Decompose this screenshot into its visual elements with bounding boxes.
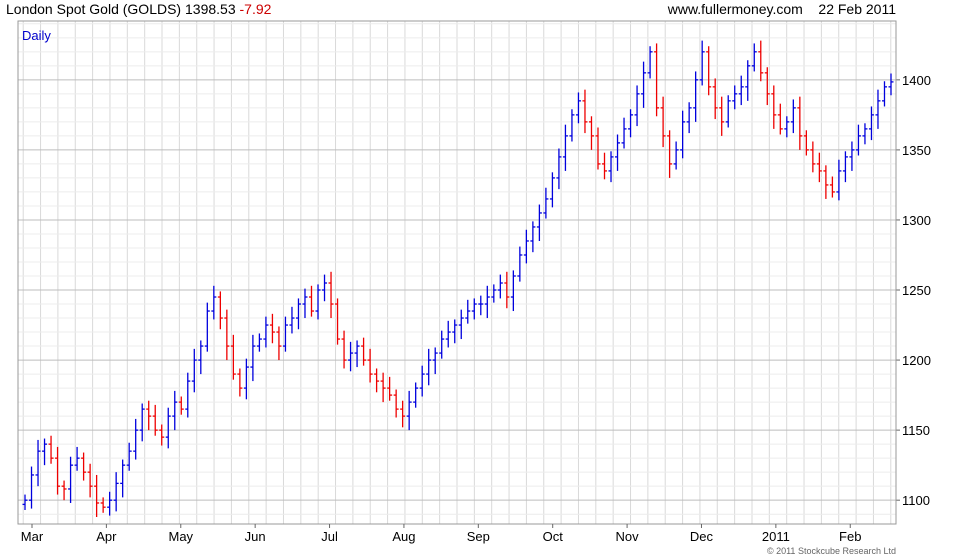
- y-tick-label: 1250: [902, 283, 931, 298]
- x-tick-label: Aug: [392, 529, 415, 544]
- x-tick-label: Jun: [245, 529, 266, 544]
- x-tick-label: Dec: [690, 529, 714, 544]
- y-tick-label: 1150: [902, 423, 930, 438]
- period-label: Daily: [22, 28, 51, 43]
- x-tick-label: 2011: [762, 529, 790, 544]
- x-tick-label: Oct: [543, 529, 564, 544]
- y-tick-label: 1350: [902, 143, 931, 158]
- x-tick-label: May: [168, 529, 193, 544]
- y-tick-label: 1400: [902, 73, 931, 88]
- x-tick-label: Jul: [321, 529, 338, 544]
- y-tick-label: 1300: [902, 213, 931, 228]
- x-tick-label: Mar: [21, 529, 44, 544]
- x-tick-label: Apr: [96, 529, 117, 544]
- y-tick-label: 1100: [902, 493, 930, 508]
- y-tick-label: 1200: [902, 353, 931, 368]
- price-chart: 1100 1150 1200 1250 1300 1350 1400 Mar Apr May Jun…: [17, 20, 931, 556]
- x-tick-label: Feb: [839, 529, 861, 544]
- x-tick-label: Sep: [467, 529, 490, 544]
- copyright-text: © 2011 Stockcube Research Ltd: [767, 546, 896, 556]
- x-tick-label: Nov: [616, 529, 640, 544]
